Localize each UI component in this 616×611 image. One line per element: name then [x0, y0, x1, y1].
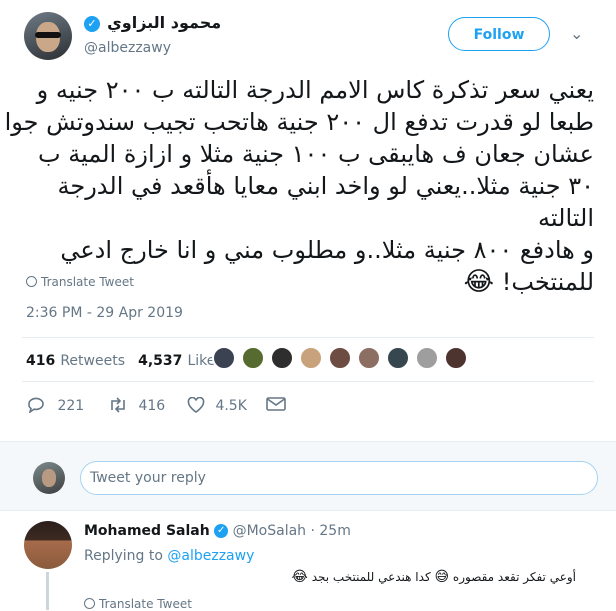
retweets-label[interactable]: Retweets — [60, 353, 125, 369]
retweet-count: 416 — [138, 398, 166, 414]
thread-line — [46, 572, 49, 610]
likes-count[interactable]: 4,537 — [138, 353, 182, 369]
reply-icon — [28, 397, 44, 414]
reply-text: أوعي تفكر تقعد مقصوره 😅 كدا هندعي للمنتخ… — [292, 569, 576, 585]
divider — [0, 510, 616, 511]
replying-to-prefix: Replying to — [84, 548, 163, 564]
verified-badge-icon: ✓ — [214, 524, 229, 538]
avatar-glasses — [35, 32, 61, 38]
liker-avatar[interactable] — [386, 346, 410, 370]
heart-icon — [187, 396, 205, 413]
verified-badge-icon: ✓ — [84, 15, 100, 32]
tears-of-joy-emoji-icon: 😂 — [291, 569, 308, 585]
tweet-line: عشان جعان ف هايبقى ب ١٠٠ جنية مثلا و ازا… — [38, 140, 594, 168]
tweet-line: ٣٠ جنية مثلا..يعني لو واخد ابني معايا هأ… — [57, 172, 594, 232]
tweet-line: طبعا لو قدرت تدفع ال ٢٠٠ جنية هاتحب تجيب… — [4, 108, 594, 136]
liker-avatar[interactable] — [241, 346, 265, 370]
tweet-timestamp[interactable]: 2:36 PM - 29 Apr 2019 — [26, 305, 183, 321]
liker-avatar[interactable] — [357, 346, 381, 370]
current-user-avatar — [33, 462, 65, 494]
like-action[interactable]: 4.5K — [187, 396, 247, 414]
reply-action[interactable]: 221 — [27, 397, 84, 414]
author-name-row: ✓ محمود البزاوي — [84, 13, 221, 35]
reply-text-part: أوعي تفكر تقعد مقصوره — [452, 570, 576, 584]
tweet-text: يعني سعر تذكرة كاس الامم الدرجة التالته … — [4, 74, 594, 298]
divider — [22, 337, 594, 338]
author-handle[interactable]: @albezzawy — [84, 40, 171, 56]
liker-avatar[interactable] — [212, 346, 236, 370]
tweet-line: للمنتخب! — [501, 268, 594, 296]
reply-text-part: كدا هندعي للمنتخب بجد — [311, 570, 431, 584]
liker-avatar[interactable] — [270, 346, 294, 370]
translate-label: Translate Tweet — [99, 597, 192, 611]
sweat-smile-emoji-icon: 😅 — [434, 569, 450, 585]
reply-time[interactable]: · 25m — [311, 523, 351, 539]
reply-translate-link[interactable]: Translate Tweet — [84, 597, 192, 611]
globe-icon — [84, 598, 95, 609]
divider — [22, 381, 594, 382]
reply-author-avatar[interactable] — [24, 521, 72, 569]
translate-label: Translate Tweet — [41, 275, 134, 289]
liker-avatar[interactable] — [444, 346, 468, 370]
retweet-action[interactable]: 416 — [108, 397, 165, 414]
reply-input[interactable]: Tweet your reply — [80, 461, 598, 495]
retweets-count[interactable]: 416 — [26, 353, 55, 369]
reply-author-name[interactable]: Mohamed Salah — [84, 523, 210, 539]
liker-avatar[interactable] — [328, 346, 352, 370]
tweet-line: يعني سعر تذكرة كاس الامم الدرجة التالته … — [36, 76, 594, 104]
like-count: 4.5K — [215, 398, 247, 414]
retweet-icon — [111, 397, 125, 413]
avatar-face — [42, 469, 56, 487]
replying-to-link[interactable]: @albezzawy — [167, 548, 254, 564]
replying-to-row: Replying to @albezzawy — [84, 548, 254, 564]
liker-avatars — [212, 346, 472, 372]
globe-icon — [26, 276, 37, 287]
reply-author-handle[interactable]: @MoSalah — [233, 523, 306, 539]
liker-avatar[interactable] — [299, 346, 323, 370]
reply-header: Mohamed Salah ✓ @MoSalah · 25m — [84, 523, 351, 539]
direct-message-action[interactable] — [266, 396, 286, 416]
author-name[interactable]: محمود البزاوي — [107, 13, 221, 32]
chevron-down-icon[interactable]: ⌄ — [570, 24, 583, 43]
translate-tweet-link[interactable]: Translate Tweet — [26, 275, 134, 289]
tears-of-joy-emoji-icon: 😂 — [463, 267, 495, 297]
follow-button[interactable]: Follow — [448, 17, 550, 51]
tweet-line: و هادفع ٨٠٠ جنية مثلا..و مطلوب مني و انا… — [60, 236, 594, 264]
author-avatar[interactable] — [24, 12, 72, 60]
reply-count: 221 — [57, 398, 85, 414]
envelope-icon — [266, 397, 286, 411]
liker-avatar[interactable] — [415, 346, 439, 370]
stats-row: 416 Retweets 4,537 Likes — [26, 350, 223, 369]
